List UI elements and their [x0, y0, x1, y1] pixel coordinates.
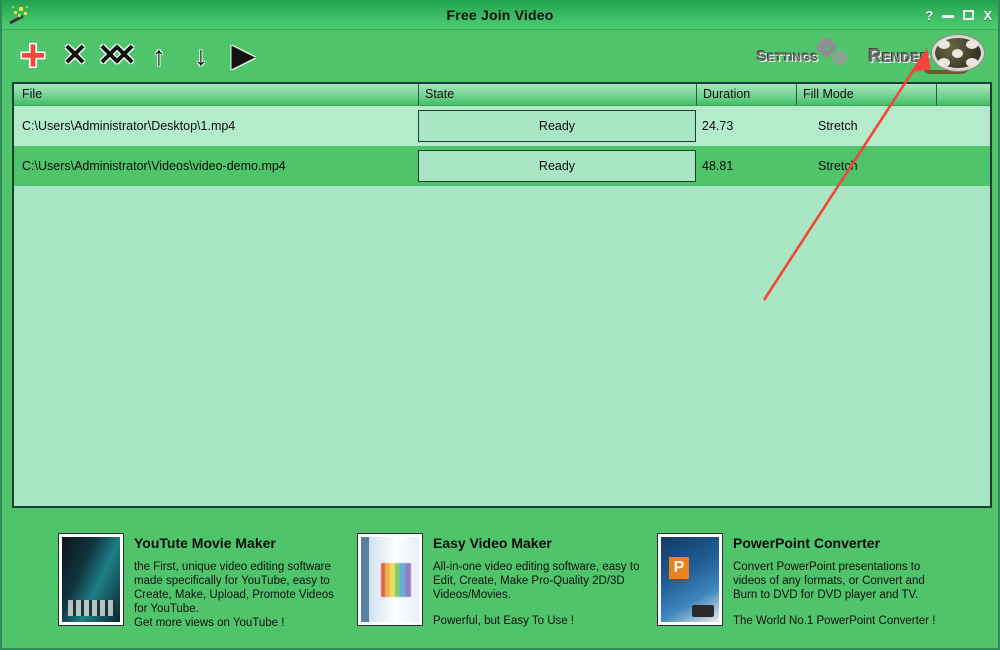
file-list-panel: File State Duration Fill Mode C:\Users\A…: [12, 82, 992, 508]
column-header-state[interactable]: State: [418, 84, 696, 105]
powerpoint-converter-box-icon: [657, 533, 723, 626]
play-icon: ▶: [231, 39, 255, 72]
magic-wand-icon: [6, 3, 32, 27]
help-button[interactable]: ?: [925, 9, 933, 22]
cell-file: C:\Users\Administrator\Videos\video-demo…: [22, 159, 286, 173]
easy-video-maker-box-icon: [357, 533, 423, 626]
cell-state: Ready: [418, 150, 696, 182]
close-button[interactable]: X: [983, 9, 992, 22]
close-x-icon: ✕: [62, 39, 88, 72]
column-header-duration[interactable]: Duration: [696, 84, 796, 105]
move-down-button[interactable]: ↓: [180, 35, 222, 77]
add-file-button[interactable]: +: [12, 31, 54, 80]
cell-state: Ready: [418, 110, 696, 142]
promo-tagline: Get more views on YouTube !: [134, 617, 285, 629]
promo-youtube-movie-maker[interactable]: YouTute Movie Maker the First, unique vi…: [2, 528, 352, 648]
cell-duration: 24.73: [702, 119, 734, 133]
render-button[interactable]: Render: [868, 34, 986, 78]
film-reel-icon: [924, 34, 986, 78]
double-x-icon: ✕✕: [97, 39, 136, 72]
promo-description: All-in-one video editing software, easy …: [433, 561, 640, 601]
promo-tagline: Powerful, but Easy To Use !: [433, 615, 575, 627]
cell-file: C:\Users\Administrator\Desktop\1.mp4: [22, 119, 236, 133]
window-title: Free Join Video: [446, 6, 554, 23]
maximize-button[interactable]: [963, 10, 975, 20]
toolbar: + ✕ ✕✕ ↑ ↓ ▶ Settings Render: [2, 30, 998, 82]
state-progress-box: Ready: [418, 110, 696, 142]
window-controls: ? X: [925, 0, 992, 30]
state-progress-box: Ready: [418, 150, 696, 182]
remove-all-files-button[interactable]: ✕✕: [96, 35, 138, 77]
preview-play-button[interactable]: ▶: [222, 35, 264, 77]
column-header-fill-mode[interactable]: Fill Mode: [796, 84, 936, 105]
promo-tagline: The World No.1 PowerPoint Converter !: [733, 615, 936, 627]
cell-fill-mode[interactable]: Stretch: [796, 119, 936, 133]
promo-title: YouTute Movie Maker: [134, 535, 276, 551]
settings-label: Settings: [756, 47, 819, 65]
title-bar: Free Join Video ? X: [2, 0, 998, 30]
table-row[interactable]: C:\Users\Administrator\Videos\video-demo…: [14, 146, 990, 186]
arrow-up-icon: ↑: [152, 40, 166, 71]
promo-easy-video-maker[interactable]: Easy Video Maker All-in-one video editin…: [352, 528, 652, 648]
cell-duration: 48.81: [702, 159, 734, 173]
render-label: Render: [868, 45, 930, 66]
promo-powerpoint-converter[interactable]: PowerPoint Converter Convert PowerPoint …: [652, 528, 998, 648]
minimize-button[interactable]: [942, 14, 955, 18]
gear-icon: [817, 38, 854, 71]
promo-title: PowerPoint Converter: [733, 535, 881, 551]
column-header-end[interactable]: [936, 84, 986, 105]
settings-button[interactable]: Settings: [756, 38, 855, 71]
move-up-button[interactable]: ↑: [138, 35, 180, 77]
promo-strip: YouTute Movie Maker the First, unique vi…: [2, 520, 998, 648]
file-list-header: File State Duration Fill Mode: [14, 84, 990, 106]
remove-file-button[interactable]: ✕: [54, 35, 96, 77]
promo-title: Easy Video Maker: [433, 535, 552, 551]
application-window: Free Join Video ? X + ✕ ✕✕ ↑ ↓ ▶ Setting…: [0, 0, 1000, 650]
table-row[interactable]: C:\Users\Administrator\Desktop\1.mp4 Rea…: [14, 106, 990, 146]
promo-description: Convert PowerPoint presentations to vide…: [733, 561, 925, 601]
column-header-file[interactable]: File: [14, 84, 418, 105]
youtube-movie-maker-box-icon: [58, 533, 124, 626]
toolbar-right-group: Settings Render: [757, 30, 986, 82]
cell-fill-mode[interactable]: Stretch: [796, 159, 936, 173]
promo-description: the First, unique video editing software…: [134, 561, 334, 615]
arrow-down-icon: ↓: [194, 40, 208, 71]
plus-icon: +: [20, 31, 46, 80]
